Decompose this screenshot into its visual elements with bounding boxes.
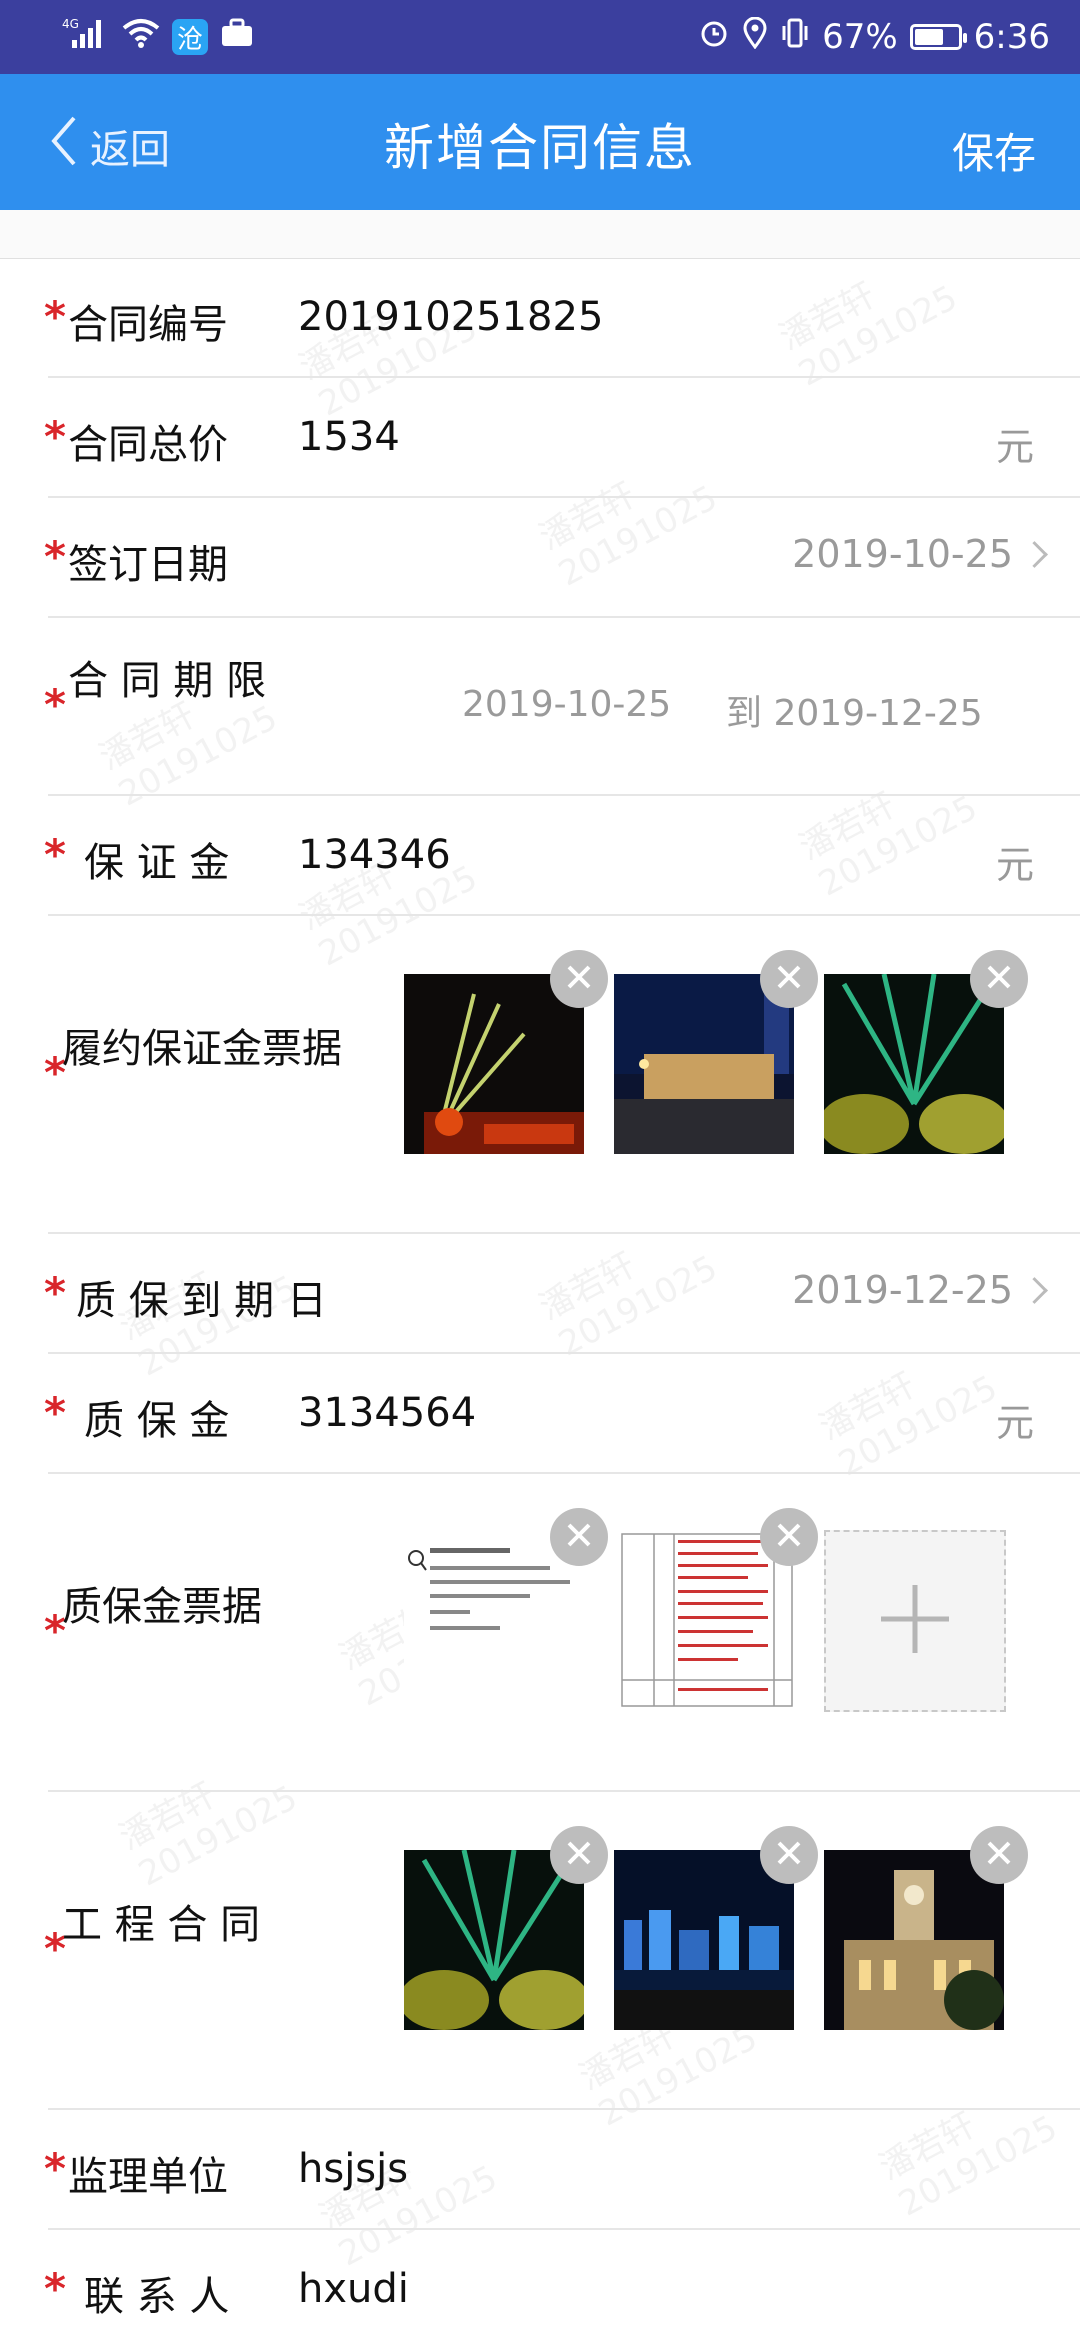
close-icon xyxy=(564,959,594,999)
remove-image-button[interactable] xyxy=(550,950,608,1008)
skyline-night-photo[interactable] xyxy=(614,1850,794,2030)
laser-trees-photo[interactable] xyxy=(824,974,1004,1154)
plus-icon xyxy=(875,1579,955,1663)
remove-image-button[interactable] xyxy=(550,1826,608,1884)
deposit-label: 保 证 金 xyxy=(84,840,230,886)
night-laser-photo[interactable] xyxy=(404,974,584,1154)
sign-date-row[interactable]: * 签订日期 2019-10-25 xyxy=(0,498,1080,618)
project-contract-label: 工 程 合 同 xyxy=(62,1902,261,1948)
total-price-label: 合同总价 xyxy=(68,422,228,468)
remove-image-button[interactable] xyxy=(970,950,1028,1008)
clock-time: 6:36 xyxy=(973,17,1050,57)
warranty-money-input[interactable]: 3134564 xyxy=(298,1390,476,1436)
alarm-icon xyxy=(698,17,730,58)
project-contract-row: * 工 程 合 同 xyxy=(0,1792,1080,2110)
signal-icon: 4G xyxy=(62,16,110,59)
term-start-date[interactable]: 2019-10-25 xyxy=(462,684,671,725)
contract-no-input[interactable]: 201910251825 xyxy=(298,294,603,340)
add-image-button[interactable] xyxy=(824,1530,1006,1712)
remove-image-button[interactable] xyxy=(760,950,818,1008)
required-star: * xyxy=(44,292,66,341)
close-icon xyxy=(564,1517,594,1557)
required-star: * xyxy=(44,680,66,729)
contract-no-row[interactable]: * 合同编号 201910251825 xyxy=(0,258,1080,378)
required-star: * xyxy=(44,2144,66,2193)
deposit-receipts-label: 履约保证金票据 xyxy=(62,1026,342,1072)
laser-trees-photo[interactable] xyxy=(404,1850,584,2030)
contact-label: 联 系 人 xyxy=(84,2274,230,2320)
required-star: * xyxy=(44,412,66,461)
sign-date-picker[interactable]: 2019-10-25 xyxy=(792,532,1048,576)
remove-image-button[interactable] xyxy=(760,1826,818,1884)
sign-date-label: 签订日期 xyxy=(68,542,228,588)
contact-row[interactable]: * 联 系 人 hxudi xyxy=(0,2230,1080,2340)
contact-input[interactable]: hxudi xyxy=(298,2266,409,2312)
contract-term-label: 合 同 期 限 xyxy=(68,658,267,704)
warranty-due-picker[interactable]: 2019-12-25 xyxy=(792,1268,1048,1312)
top-spacer xyxy=(0,210,1080,259)
close-icon xyxy=(564,1835,594,1875)
supervisor-input[interactable]: hsjsjs xyxy=(298,2146,408,2192)
remove-image-button[interactable] xyxy=(760,1508,818,1566)
warranty-receipts-label: 质保金票据 xyxy=(62,1584,262,1630)
close-icon xyxy=(774,1835,804,1875)
city-night-photo[interactable] xyxy=(614,974,794,1154)
contract-no-label: 合同编号 xyxy=(68,302,228,348)
required-star: * xyxy=(44,1268,66,1317)
contract-term-row: * 合 同 期 限 2019-10-25 到 2019-12-25 xyxy=(0,618,1080,796)
total-price-row[interactable]: * 合同总价 1534 元 xyxy=(0,378,1080,498)
vibrate-icon xyxy=(780,17,810,58)
close-icon xyxy=(774,1517,804,1557)
location-icon xyxy=(742,16,768,58)
required-star: * xyxy=(44,830,66,879)
sign-date-value: 2019-10-25 xyxy=(792,532,1013,576)
deposit-input[interactable]: 134346 xyxy=(298,832,451,878)
supervisor-row[interactable]: * 监理单位 hsjsjs xyxy=(0,2110,1080,2230)
close-icon xyxy=(984,959,1014,999)
network-type: 4G xyxy=(62,17,79,31)
required-star: * xyxy=(44,1388,66,1437)
status-bar: 4G 沧 67% 6:36 xyxy=(0,0,1080,74)
page-title: 新增合同信息 xyxy=(384,119,696,177)
warranty-due-value: 2019-12-25 xyxy=(792,1268,1013,1312)
supervisor-label: 监理单位 xyxy=(68,2154,228,2200)
battery-icon xyxy=(909,24,967,50)
yuan-unit: 元 xyxy=(995,1401,1034,1445)
deposit-row[interactable]: * 保 证 金 134346 元 xyxy=(0,796,1080,916)
warranty-receipts-row: * 质保金票据 xyxy=(0,1474,1080,1792)
total-price-input[interactable]: 1534 xyxy=(298,414,400,460)
battery-percent: 67% xyxy=(822,17,898,57)
deposit-receipts-row: * 履约保证金票据 xyxy=(0,916,1080,1234)
status-left: 4G 沧 xyxy=(62,14,254,60)
app-badge-icon: 沧 xyxy=(172,19,208,55)
close-icon xyxy=(984,1835,1014,1875)
battery-level-fill xyxy=(914,29,943,45)
required-star: * xyxy=(44,2264,66,2313)
warranty-due-label: 质 保 到 期 日 xyxy=(76,1278,327,1324)
chevron-right-icon xyxy=(1021,1276,1048,1304)
warranty-money-label: 质 保 金 xyxy=(84,1398,230,1444)
term-end-date[interactable]: 到 2019-12-25 xyxy=(726,684,983,736)
wifi-icon xyxy=(122,17,160,57)
chevron-right-icon xyxy=(1021,540,1048,568)
close-icon xyxy=(774,959,804,999)
status-right: 67% 6:36 xyxy=(698,14,1050,60)
yuan-unit: 元 xyxy=(995,425,1034,469)
required-star: * xyxy=(44,532,66,581)
save-button[interactable]: 保存 xyxy=(952,120,1036,181)
nav-bar: 返回 新增合同信息 保存 xyxy=(0,74,1080,210)
remove-image-button[interactable] xyxy=(550,1508,608,1566)
clock-tower-photo[interactable] xyxy=(824,1850,1004,2030)
warranty-money-row[interactable]: * 质 保 金 3134564 元 xyxy=(0,1354,1080,1474)
yuan-unit: 元 xyxy=(995,843,1034,887)
remove-image-button[interactable] xyxy=(970,1826,1028,1884)
warranty-due-row[interactable]: * 质 保 到 期 日 2019-12-25 xyxy=(0,1234,1080,1354)
briefcase-icon xyxy=(220,17,254,57)
